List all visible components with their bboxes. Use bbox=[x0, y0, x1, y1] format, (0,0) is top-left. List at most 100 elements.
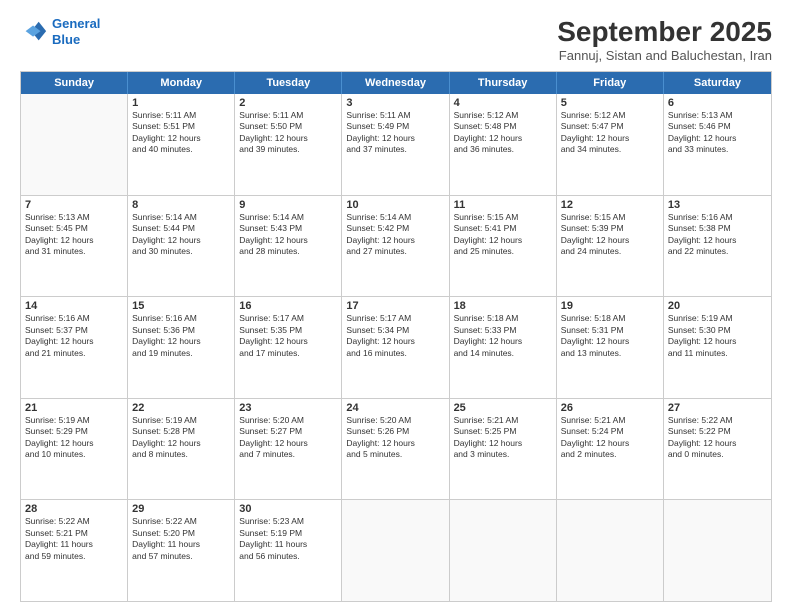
cell-1-1: 8Sunrise: 5:14 AM Sunset: 5:44 PM Daylig… bbox=[128, 196, 235, 297]
cell-0-1: 1Sunrise: 5:11 AM Sunset: 5:51 PM Daylig… bbox=[128, 94, 235, 195]
cell-info-10: Sunrise: 5:14 AM Sunset: 5:42 PM Dayligh… bbox=[346, 212, 444, 258]
logo-line2: Blue bbox=[52, 32, 80, 47]
day-number-12: 12 bbox=[561, 199, 659, 211]
cell-info-18: Sunrise: 5:18 AM Sunset: 5:33 PM Dayligh… bbox=[454, 313, 552, 359]
day-number-7: 7 bbox=[25, 199, 123, 211]
cell-info-27: Sunrise: 5:22 AM Sunset: 5:22 PM Dayligh… bbox=[668, 415, 767, 461]
day-number-27: 27 bbox=[668, 402, 767, 414]
cell-4-1: 29Sunrise: 5:22 AM Sunset: 5:20 PM Dayli… bbox=[128, 500, 235, 601]
week-row-4: 28Sunrise: 5:22 AM Sunset: 5:21 PM Dayli… bbox=[21, 500, 771, 601]
day-number-25: 25 bbox=[454, 402, 552, 414]
cell-2-4: 18Sunrise: 5:18 AM Sunset: 5:33 PM Dayli… bbox=[450, 297, 557, 398]
day-number-6: 6 bbox=[668, 97, 767, 109]
header: General Blue September 2025 Fannuj, Sist… bbox=[20, 16, 772, 63]
cell-4-4 bbox=[450, 500, 557, 601]
cell-info-7: Sunrise: 5:13 AM Sunset: 5:45 PM Dayligh… bbox=[25, 212, 123, 258]
cell-0-5: 5Sunrise: 5:12 AM Sunset: 5:47 PM Daylig… bbox=[557, 94, 664, 195]
cell-info-23: Sunrise: 5:20 AM Sunset: 5:27 PM Dayligh… bbox=[239, 415, 337, 461]
cell-info-14: Sunrise: 5:16 AM Sunset: 5:37 PM Dayligh… bbox=[25, 313, 123, 359]
cell-0-0 bbox=[21, 94, 128, 195]
cell-1-4: 11Sunrise: 5:15 AM Sunset: 5:41 PM Dayli… bbox=[450, 196, 557, 297]
cell-0-2: 2Sunrise: 5:11 AM Sunset: 5:50 PM Daylig… bbox=[235, 94, 342, 195]
cell-2-6: 20Sunrise: 5:19 AM Sunset: 5:30 PM Dayli… bbox=[664, 297, 771, 398]
month-title: September 2025 bbox=[557, 16, 772, 48]
cell-info-15: Sunrise: 5:16 AM Sunset: 5:36 PM Dayligh… bbox=[132, 313, 230, 359]
cell-3-1: 22Sunrise: 5:19 AM Sunset: 5:28 PM Dayli… bbox=[128, 399, 235, 500]
cell-info-30: Sunrise: 5:23 AM Sunset: 5:19 PM Dayligh… bbox=[239, 516, 337, 562]
week-row-0: 1Sunrise: 5:11 AM Sunset: 5:51 PM Daylig… bbox=[21, 94, 771, 196]
cell-3-5: 26Sunrise: 5:21 AM Sunset: 5:24 PM Dayli… bbox=[557, 399, 664, 500]
cell-info-29: Sunrise: 5:22 AM Sunset: 5:20 PM Dayligh… bbox=[132, 516, 230, 562]
logo: General Blue bbox=[20, 16, 100, 47]
cell-3-6: 27Sunrise: 5:22 AM Sunset: 5:22 PM Dayli… bbox=[664, 399, 771, 500]
cell-2-3: 17Sunrise: 5:17 AM Sunset: 5:34 PM Dayli… bbox=[342, 297, 449, 398]
cell-4-5 bbox=[557, 500, 664, 601]
day-number-13: 13 bbox=[668, 199, 767, 211]
header-thursday: Thursday bbox=[450, 72, 557, 94]
day-number-26: 26 bbox=[561, 402, 659, 414]
calendar: Sunday Monday Tuesday Wednesday Thursday… bbox=[20, 71, 772, 602]
week-row-3: 21Sunrise: 5:19 AM Sunset: 5:29 PM Dayli… bbox=[21, 399, 771, 501]
cell-4-6 bbox=[664, 500, 771, 601]
cell-3-0: 21Sunrise: 5:19 AM Sunset: 5:29 PM Dayli… bbox=[21, 399, 128, 500]
cell-0-4: 4Sunrise: 5:12 AM Sunset: 5:48 PM Daylig… bbox=[450, 94, 557, 195]
cell-info-25: Sunrise: 5:21 AM Sunset: 5:25 PM Dayligh… bbox=[454, 415, 552, 461]
cell-1-5: 12Sunrise: 5:15 AM Sunset: 5:39 PM Dayli… bbox=[557, 196, 664, 297]
calendar-body: 1Sunrise: 5:11 AM Sunset: 5:51 PM Daylig… bbox=[21, 94, 771, 601]
cell-3-4: 25Sunrise: 5:21 AM Sunset: 5:25 PM Dayli… bbox=[450, 399, 557, 500]
cell-3-3: 24Sunrise: 5:20 AM Sunset: 5:26 PM Dayli… bbox=[342, 399, 449, 500]
cell-info-5: Sunrise: 5:12 AM Sunset: 5:47 PM Dayligh… bbox=[561, 110, 659, 156]
calendar-header: Sunday Monday Tuesday Wednesday Thursday… bbox=[21, 72, 771, 94]
day-number-19: 19 bbox=[561, 300, 659, 312]
cell-info-6: Sunrise: 5:13 AM Sunset: 5:46 PM Dayligh… bbox=[668, 110, 767, 156]
cell-info-26: Sunrise: 5:21 AM Sunset: 5:24 PM Dayligh… bbox=[561, 415, 659, 461]
day-number-1: 1 bbox=[132, 97, 230, 109]
header-friday: Friday bbox=[557, 72, 664, 94]
cell-info-8: Sunrise: 5:14 AM Sunset: 5:44 PM Dayligh… bbox=[132, 212, 230, 258]
week-row-2: 14Sunrise: 5:16 AM Sunset: 5:37 PM Dayli… bbox=[21, 297, 771, 399]
header-wednesday: Wednesday bbox=[342, 72, 449, 94]
cell-info-19: Sunrise: 5:18 AM Sunset: 5:31 PM Dayligh… bbox=[561, 313, 659, 359]
day-number-5: 5 bbox=[561, 97, 659, 109]
cell-0-3: 3Sunrise: 5:11 AM Sunset: 5:49 PM Daylig… bbox=[342, 94, 449, 195]
cell-2-5: 19Sunrise: 5:18 AM Sunset: 5:31 PM Dayli… bbox=[557, 297, 664, 398]
cell-info-4: Sunrise: 5:12 AM Sunset: 5:48 PM Dayligh… bbox=[454, 110, 552, 156]
cell-info-16: Sunrise: 5:17 AM Sunset: 5:35 PM Dayligh… bbox=[239, 313, 337, 359]
cell-info-17: Sunrise: 5:17 AM Sunset: 5:34 PM Dayligh… bbox=[346, 313, 444, 359]
cell-1-6: 13Sunrise: 5:16 AM Sunset: 5:38 PM Dayli… bbox=[664, 196, 771, 297]
day-number-20: 20 bbox=[668, 300, 767, 312]
cell-1-2: 9Sunrise: 5:14 AM Sunset: 5:43 PM Daylig… bbox=[235, 196, 342, 297]
day-number-2: 2 bbox=[239, 97, 337, 109]
header-tuesday: Tuesday bbox=[235, 72, 342, 94]
cell-info-13: Sunrise: 5:16 AM Sunset: 5:38 PM Dayligh… bbox=[668, 212, 767, 258]
cell-4-2: 30Sunrise: 5:23 AM Sunset: 5:19 PM Dayli… bbox=[235, 500, 342, 601]
day-number-10: 10 bbox=[346, 199, 444, 211]
day-number-22: 22 bbox=[132, 402, 230, 414]
cell-4-0: 28Sunrise: 5:22 AM Sunset: 5:21 PM Dayli… bbox=[21, 500, 128, 601]
day-number-9: 9 bbox=[239, 199, 337, 211]
cell-info-24: Sunrise: 5:20 AM Sunset: 5:26 PM Dayligh… bbox=[346, 415, 444, 461]
cell-1-3: 10Sunrise: 5:14 AM Sunset: 5:42 PM Dayli… bbox=[342, 196, 449, 297]
day-number-17: 17 bbox=[346, 300, 444, 312]
cell-info-12: Sunrise: 5:15 AM Sunset: 5:39 PM Dayligh… bbox=[561, 212, 659, 258]
week-row-1: 7Sunrise: 5:13 AM Sunset: 5:45 PM Daylig… bbox=[21, 196, 771, 298]
title-area: September 2025 Fannuj, Sistan and Baluch… bbox=[557, 16, 772, 63]
cell-2-0: 14Sunrise: 5:16 AM Sunset: 5:37 PM Dayli… bbox=[21, 297, 128, 398]
cell-info-11: Sunrise: 5:15 AM Sunset: 5:41 PM Dayligh… bbox=[454, 212, 552, 258]
day-number-30: 30 bbox=[239, 503, 337, 515]
cell-3-2: 23Sunrise: 5:20 AM Sunset: 5:27 PM Dayli… bbox=[235, 399, 342, 500]
cell-info-2: Sunrise: 5:11 AM Sunset: 5:50 PM Dayligh… bbox=[239, 110, 337, 156]
cell-2-1: 15Sunrise: 5:16 AM Sunset: 5:36 PM Dayli… bbox=[128, 297, 235, 398]
header-monday: Monday bbox=[128, 72, 235, 94]
cell-info-3: Sunrise: 5:11 AM Sunset: 5:49 PM Dayligh… bbox=[346, 110, 444, 156]
day-number-15: 15 bbox=[132, 300, 230, 312]
header-saturday: Saturday bbox=[664, 72, 771, 94]
day-number-3: 3 bbox=[346, 97, 444, 109]
day-number-11: 11 bbox=[454, 199, 552, 211]
day-number-16: 16 bbox=[239, 300, 337, 312]
day-number-4: 4 bbox=[454, 97, 552, 109]
cell-info-9: Sunrise: 5:14 AM Sunset: 5:43 PM Dayligh… bbox=[239, 212, 337, 258]
day-number-29: 29 bbox=[132, 503, 230, 515]
cell-info-22: Sunrise: 5:19 AM Sunset: 5:28 PM Dayligh… bbox=[132, 415, 230, 461]
logo-line1: General bbox=[52, 16, 100, 31]
